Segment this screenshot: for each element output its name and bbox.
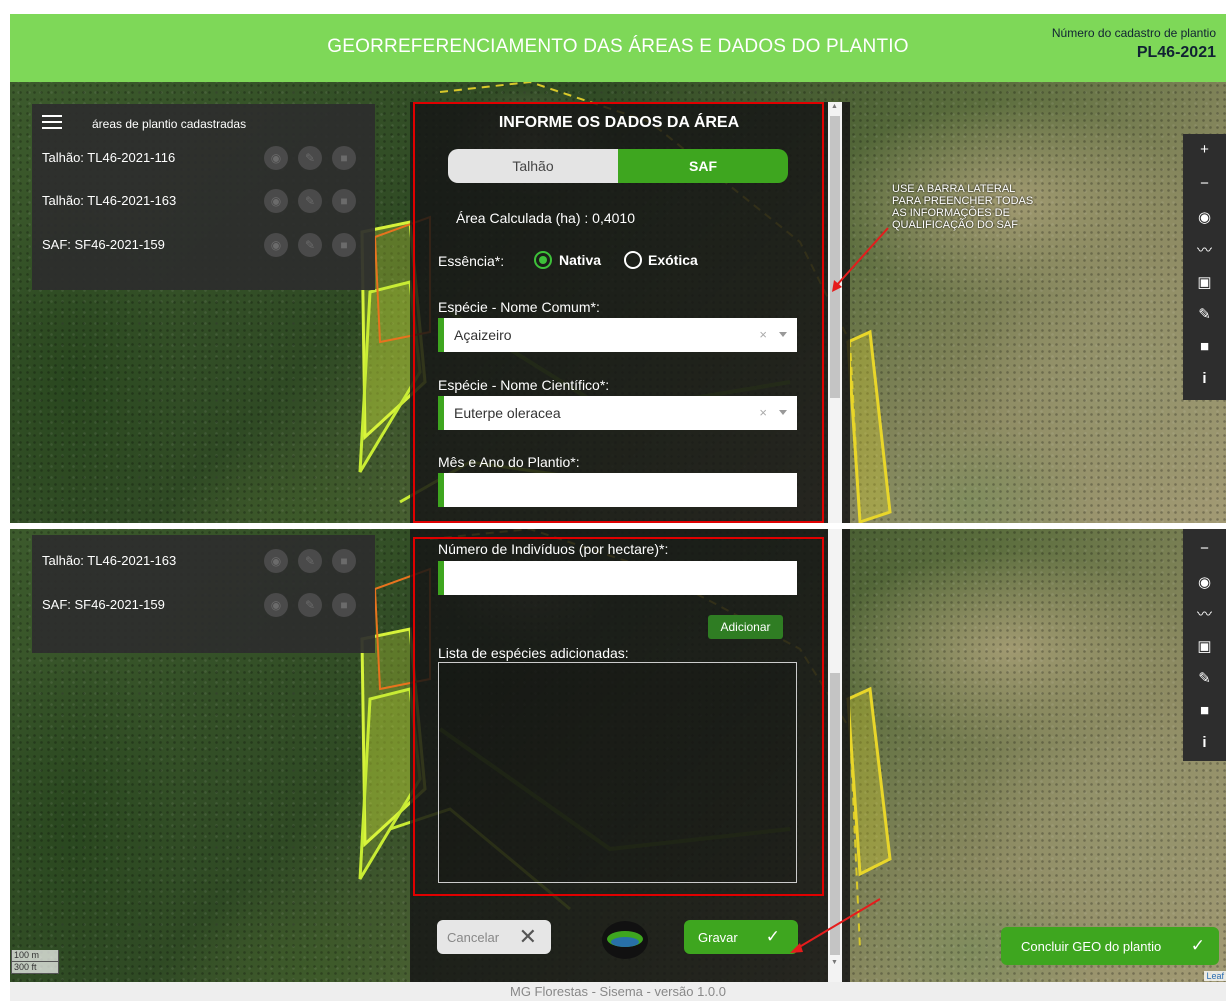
app-header: GEORREFERENCIAMENTO DAS ÁREAS E DADOS DO… <box>10 14 1226 82</box>
annotation-arrow <box>790 898 881 953</box>
conclude-geo-button[interactable]: Concluir GEO do plantio ✓ <box>1001 927 1219 965</box>
map-view-bottom[interactable]: Talhão: TL46-2021-163 ◉ ✎ ■ SAF: SF46-20… <box>10 529 1226 982</box>
footer-version: MG Florestas - Sisema - versão 1.0.0 <box>10 982 1226 1001</box>
scale-metric: 100 m <box>11 950 59 962</box>
annotation-arrow <box>832 227 889 292</box>
page-title: GEORREFERENCIAMENTO DAS ÁREAS E DADOS DO… <box>327 36 909 57</box>
conclude-label: Concluir GEO do plantio <box>1021 939 1162 954</box>
check-icon: ✓ <box>1190 936 1205 955</box>
leaflet-attribution-link[interactable]: Leaf <box>1204 971 1226 981</box>
scale-imperial: 300 ft <box>11 962 59 974</box>
app-window: GEORREFERENCIAMENTO DAS ÁREAS E DADOS DO… <box>0 0 1226 1001</box>
cadastro-number: PL46-2021 <box>1136 44 1216 61</box>
cadastro-label: Número do cadastro de plantio <box>1051 26 1216 40</box>
map-view-top[interactable]: áreas de plantio cadastradas Talhão: TL4… <box>10 82 1226 523</box>
